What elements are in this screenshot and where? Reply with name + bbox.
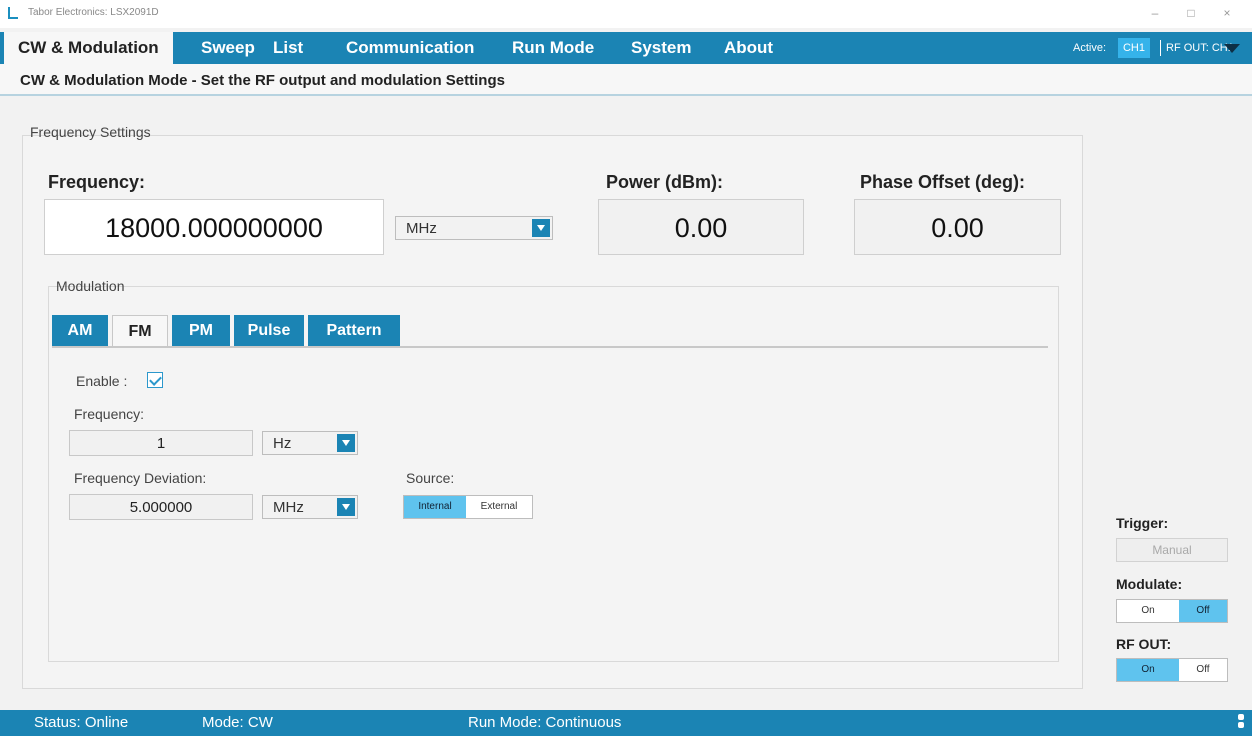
power-input[interactable]: 0.00 xyxy=(598,199,804,255)
status-mode: Mode: CW xyxy=(202,714,273,731)
tab-pulse[interactable]: Pulse xyxy=(234,315,304,347)
phase-offset-label: Phase Offset (deg): xyxy=(860,172,1026,192)
minimize-button[interactable]: – xyxy=(1140,2,1170,24)
resize-grip-icon[interactable] xyxy=(1236,712,1246,734)
tab-divider xyxy=(52,346,1048,348)
window-titlebar: Tabor Electronics: LSX2091D – □ × xyxy=(0,0,1252,28)
window-title: Tabor Electronics: LSX2091D xyxy=(28,7,159,18)
enable-label: Enable : xyxy=(76,373,128,389)
modulate-off-button[interactable]: Off xyxy=(1179,600,1227,622)
chevron-down-icon[interactable] xyxy=(532,219,550,237)
trigger-label: Trigger: xyxy=(1116,515,1169,531)
rf-out-off-button[interactable]: Off xyxy=(1179,659,1227,681)
tabor-logo-icon xyxy=(8,7,18,19)
tab-system[interactable]: System xyxy=(631,32,691,64)
frequency-deviation-input[interactable]: 5.000000 xyxy=(69,494,253,520)
frequency-input[interactable]: 18000.000000000 xyxy=(44,199,384,255)
rf-out-side-label: RF OUT: xyxy=(1116,636,1172,652)
close-button[interactable]: × xyxy=(1212,2,1242,24)
source-external-button[interactable]: External xyxy=(466,496,532,518)
main-nav: CW & Modulation Sweep List Communication… xyxy=(0,32,1252,64)
modulate-label: Modulate: xyxy=(1116,576,1183,592)
frequency-deviation-unit-value: MHz xyxy=(273,499,304,516)
modulation-title: Modulation xyxy=(56,278,125,294)
fm-frequency-label: Frequency: xyxy=(74,406,145,422)
enable-checkbox[interactable] xyxy=(147,372,163,388)
frequency-deviation-unit-select[interactable]: MHz xyxy=(262,495,358,519)
tab-run-mode[interactable]: Run Mode xyxy=(512,32,594,64)
channel-dropdown-icon[interactable] xyxy=(1224,44,1240,53)
frequency-label: Frequency: xyxy=(48,172,146,192)
status-bar: Status: Online Mode: CW Run Mode: Contin… xyxy=(0,710,1252,736)
tab-pattern[interactable]: Pattern xyxy=(308,315,400,347)
frequency-unit-select[interactable]: MHz xyxy=(395,216,553,240)
tab-cw-modulation[interactable]: CW & Modulation xyxy=(4,32,173,64)
tab-communication[interactable]: Communication xyxy=(346,32,474,64)
status-online: Status: Online xyxy=(34,714,129,731)
fm-frequency-input[interactable]: 1 xyxy=(69,430,253,456)
tab-sweep[interactable]: Sweep xyxy=(201,32,255,64)
source-toggle: Internal External xyxy=(403,495,533,519)
chevron-down-icon[interactable] xyxy=(337,498,355,516)
source-internal-button[interactable]: Internal xyxy=(404,496,466,518)
frequency-deviation-label: Frequency Deviation: xyxy=(74,470,207,486)
rf-out-toggle: On Off xyxy=(1116,658,1228,682)
modulate-on-button[interactable]: On xyxy=(1117,600,1179,622)
maximize-button[interactable]: □ xyxy=(1176,2,1206,24)
frequency-unit-value: MHz xyxy=(406,220,437,237)
fm-frequency-unit-value: Hz xyxy=(273,435,292,452)
source-label: Source: xyxy=(406,470,455,486)
tab-about[interactable]: About xyxy=(724,32,773,64)
fm-frequency-unit-select[interactable]: Hz xyxy=(262,431,358,455)
modulate-toggle: On Off xyxy=(1116,599,1228,623)
status-run-mode: Run Mode: Continuous xyxy=(468,714,622,731)
rf-out-on-button[interactable]: On xyxy=(1117,659,1179,681)
active-channel-badge[interactable]: CH1 xyxy=(1118,38,1150,58)
mode-description-bar: CW & Modulation Mode - Set the RF output… xyxy=(0,64,1252,96)
power-label: Power (dBm): xyxy=(606,172,723,192)
frequency-settings-title: Frequency Settings xyxy=(30,124,151,140)
phase-offset-input[interactable]: 0.00 xyxy=(854,199,1061,255)
tab-list[interactable]: List xyxy=(273,32,303,64)
tab-am[interactable]: AM xyxy=(52,315,108,347)
chevron-down-icon[interactable] xyxy=(337,434,355,452)
tab-fm[interactable]: FM xyxy=(112,315,168,347)
tab-pm[interactable]: PM xyxy=(172,315,230,347)
mode-description: CW & Modulation Mode - Set the RF output… xyxy=(20,72,505,89)
manual-trigger-button[interactable]: Manual xyxy=(1116,538,1228,562)
nav-separator xyxy=(1160,40,1161,56)
rf-out-label: RF OUT: xyxy=(1166,42,1209,54)
active-channel-label: Active: xyxy=(1073,42,1107,54)
